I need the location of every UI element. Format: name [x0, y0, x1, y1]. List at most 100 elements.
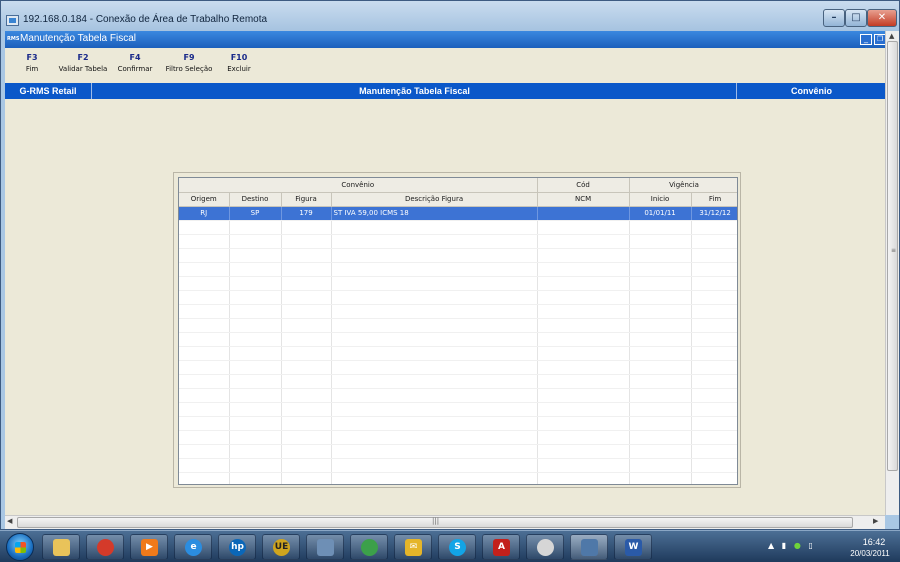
empty-cell[interactable]	[229, 318, 282, 333]
empty-cell[interactable]	[629, 248, 692, 263]
empty-cell[interactable]	[537, 360, 630, 375]
cell-ncm[interactable]	[537, 206, 630, 221]
empty-table-row[interactable]	[179, 332, 737, 347]
empty-cell[interactable]	[281, 472, 332, 484]
scroll-up-arrow-icon[interactable]: ▲	[889, 32, 894, 40]
empty-table-row[interactable]	[179, 318, 737, 333]
empty-cell[interactable]	[281, 262, 332, 277]
taskbar-acrobat-button[interactable]: A	[482, 534, 520, 560]
empty-cell[interactable]	[537, 472, 630, 484]
empty-table-row[interactable]	[179, 276, 737, 291]
empty-cell[interactable]	[229, 430, 282, 445]
empty-cell[interactable]	[537, 248, 630, 263]
empty-cell[interactable]	[537, 234, 630, 249]
empty-cell[interactable]	[229, 360, 282, 375]
empty-cell[interactable]	[229, 444, 282, 459]
app-titlebar[interactable]: RMS Manutenção Tabela Fiscal _ ❐	[5, 31, 885, 48]
empty-table-row[interactable]	[179, 458, 737, 473]
empty-cell[interactable]	[537, 458, 630, 473]
empty-cell[interactable]	[691, 332, 737, 347]
empty-cell[interactable]	[179, 346, 230, 361]
empty-cell[interactable]	[281, 416, 332, 431]
empty-cell[interactable]	[281, 374, 332, 389]
cell-inicio[interactable]: 01/01/11	[629, 206, 692, 221]
empty-cell[interactable]	[281, 332, 332, 347]
empty-cell[interactable]	[629, 346, 692, 361]
cell-destino[interactable]: SP	[229, 206, 282, 221]
empty-cell[interactable]	[331, 290, 538, 305]
empty-cell[interactable]	[331, 220, 538, 235]
empty-table-row[interactable]	[179, 388, 737, 403]
empty-cell[interactable]	[281, 304, 332, 319]
fkey-f9-filtro-button[interactable]: F9 Filtro Seleção	[161, 53, 217, 73]
horizontal-scrollbar[interactable]: ◀ ||| ▶	[5, 515, 885, 529]
empty-cell[interactable]	[229, 262, 282, 277]
empty-cell[interactable]	[331, 374, 538, 389]
clock-time[interactable]: 16:42	[852, 537, 896, 547]
taskbar-word-button[interactable]: W	[614, 534, 652, 560]
empty-cell[interactable]	[179, 402, 230, 417]
empty-cell[interactable]	[229, 248, 282, 263]
empty-cell[interactable]	[691, 430, 737, 445]
empty-cell[interactable]	[537, 290, 630, 305]
rdp-maximize-button[interactable]: □	[845, 9, 867, 27]
empty-cell[interactable]	[179, 472, 230, 484]
empty-cell[interactable]	[629, 430, 692, 445]
empty-cell[interactable]	[229, 416, 282, 431]
empty-table-row[interactable]	[179, 416, 737, 431]
app-restore-button[interactable]: ❐	[874, 34, 885, 45]
empty-cell[interactable]	[691, 360, 737, 375]
empty-cell[interactable]	[691, 318, 737, 333]
empty-cell[interactable]	[629, 234, 692, 249]
empty-cell[interactable]	[331, 248, 538, 263]
empty-cell[interactable]	[229, 332, 282, 347]
empty-cell[interactable]	[629, 388, 692, 403]
cell-descricao[interactable]: ST IVA 59,00 ICMS 18	[331, 206, 538, 221]
empty-cell[interactable]	[691, 472, 737, 484]
empty-cell[interactable]	[537, 220, 630, 235]
empty-cell[interactable]	[629, 402, 692, 417]
empty-cell[interactable]	[629, 318, 692, 333]
empty-cell[interactable]	[537, 262, 630, 277]
empty-cell[interactable]	[629, 444, 692, 459]
empty-cell[interactable]	[331, 472, 538, 484]
empty-cell[interactable]	[179, 374, 230, 389]
empty-cell[interactable]	[331, 234, 538, 249]
empty-cell[interactable]	[691, 374, 737, 389]
empty-cell[interactable]	[179, 430, 230, 445]
battery-icon[interactable]: ▯	[808, 541, 812, 550]
empty-cell[interactable]	[691, 416, 737, 431]
empty-cell[interactable]	[537, 332, 630, 347]
empty-cell[interactable]	[537, 346, 630, 361]
empty-cell[interactable]	[537, 304, 630, 319]
empty-cell[interactable]	[331, 304, 538, 319]
empty-cell[interactable]	[281, 318, 332, 333]
show-hidden-icons-icon[interactable]: ▲	[768, 541, 774, 550]
taskbar-remote-button[interactable]	[306, 534, 344, 560]
taskbar-skype-button[interactable]: S	[438, 534, 476, 560]
scroll-left-arrow-icon[interactable]: ◀	[7, 517, 12, 525]
clock-date[interactable]: 20/03/2011	[840, 549, 900, 558]
column-header-descricao[interactable]: Descrição Figura	[331, 192, 538, 207]
empty-table-row[interactable]	[179, 304, 737, 319]
empty-cell[interactable]	[691, 262, 737, 277]
empty-cell[interactable]	[179, 332, 230, 347]
taskbar-player-button[interactable]: ▶	[130, 534, 168, 560]
empty-cell[interactable]	[179, 276, 230, 291]
empty-cell[interactable]	[179, 416, 230, 431]
table-row[interactable]: RJ SP 179 ST IVA 59,00 ICMS 18 01/01/11 …	[179, 206, 737, 221]
empty-cell[interactable]	[691, 248, 737, 263]
empty-cell[interactable]	[229, 304, 282, 319]
network-signal-icon[interactable]: ▮	[782, 541, 786, 550]
taskbar-hp-button[interactable]: hp	[218, 534, 256, 560]
horizontal-scroll-thumb[interactable]: |||	[17, 517, 853, 528]
scroll-right-arrow-icon[interactable]: ▶	[873, 517, 878, 525]
empty-table-row[interactable]	[179, 472, 737, 484]
empty-cell[interactable]	[691, 276, 737, 291]
taskbar-ultraedit-button[interactable]: UE	[262, 534, 300, 560]
empty-cell[interactable]	[179, 234, 230, 249]
empty-cell[interactable]	[229, 220, 282, 235]
empty-cell[interactable]	[229, 472, 282, 484]
empty-table-row[interactable]	[179, 220, 737, 235]
fkey-f10-excluir-button[interactable]: F10 Excluir	[223, 53, 255, 73]
